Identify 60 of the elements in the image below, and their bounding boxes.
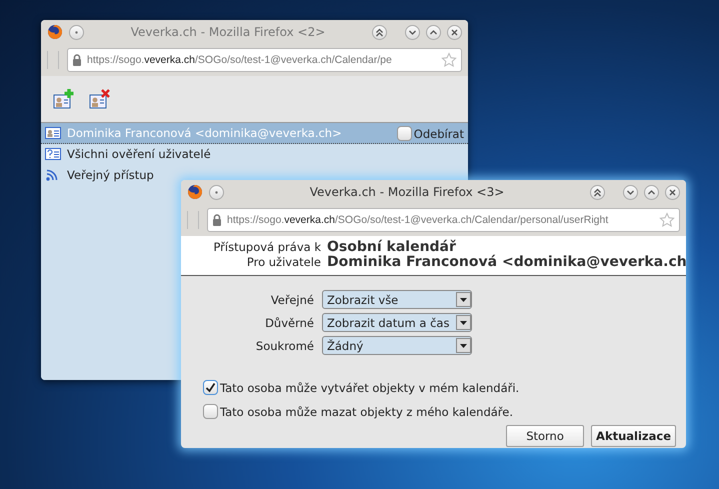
address-field[interactable]: https://sogo.veverka.ch/SOGo/so/test-1@veverka.ch/Calendar/personal/userRight bbox=[207, 208, 680, 232]
permission-label: Tato osoba může mazat objekty z mého kalendáře. bbox=[220, 405, 513, 419]
dropdown[interactable]: Žádný bbox=[322, 336, 472, 355]
browser-logo-icon bbox=[187, 184, 203, 200]
header-label: Přístupová práva k bbox=[212, 240, 321, 255]
subscribe-label: Odebírat bbox=[414, 127, 464, 141]
dropdown[interactable]: Zobrazit vše bbox=[322, 290, 472, 309]
field-label: Soukromé bbox=[254, 338, 314, 352]
header-value: Dominika Franconová <dominika@veverka.ch bbox=[327, 255, 686, 270]
close-button[interactable] bbox=[447, 24, 462, 40]
maximize-button[interactable] bbox=[644, 184, 659, 200]
user-name: Veřejný přístup bbox=[67, 168, 154, 182]
permission-label: Tato osoba může vytvářet objekty v mém kalendáři. bbox=[220, 381, 520, 395]
chevron-down-icon bbox=[408, 28, 417, 36]
field-label: Důvěrné bbox=[264, 316, 314, 330]
maximize-button[interactable] bbox=[426, 24, 441, 40]
toolbar-grip bbox=[47, 51, 59, 69]
window-title: Veverka.ch - Mozilla Firefox <3> bbox=[308, 185, 506, 199]
dot-icon bbox=[215, 190, 218, 194]
dropdown[interactable]: Zobrazit datum a čas bbox=[322, 313, 472, 332]
double-chevron-up-icon bbox=[375, 28, 384, 36]
dialog-button[interactable]: Storno bbox=[506, 425, 584, 447]
user-name: Dominika Franconová <dominika@veverka.ch> bbox=[67, 126, 342, 140]
user-list-item[interactable]: Veřejný přístup bbox=[41, 165, 158, 186]
address-field[interactable]: https://sogo.veverka.ch/SOGo/so/test-1@veverka.ch/Calendar/pe bbox=[67, 48, 462, 72]
chevron-up-icon bbox=[647, 188, 656, 196]
user-list-item[interactable]: Všichni ověření uživatelé bbox=[41, 144, 215, 165]
header-value: Osobní kalendář bbox=[327, 240, 456, 255]
dropdown-arrow-icon bbox=[460, 320, 467, 324]
remove-user-icon[interactable] bbox=[89, 88, 111, 110]
field-label: Veřejné bbox=[270, 292, 314, 306]
dropdown-arrow-icon bbox=[460, 298, 467, 302]
permission-checkbox[interactable] bbox=[203, 404, 218, 419]
star-icon[interactable] bbox=[441, 52, 457, 68]
user-name: Všichni ověření uživatelé bbox=[67, 147, 211, 161]
lock-icon bbox=[212, 214, 222, 226]
chevron-down-icon bbox=[626, 188, 635, 196]
double-chevron-up-icon bbox=[593, 188, 602, 196]
star-icon[interactable] bbox=[659, 212, 675, 228]
browser-logo-icon bbox=[47, 24, 63, 40]
minimize-button[interactable] bbox=[623, 184, 638, 200]
chevron-up-icon bbox=[429, 28, 438, 36]
contact-card-icon bbox=[45, 127, 61, 139]
permission-checkbox[interactable] bbox=[203, 380, 218, 395]
add-user-icon[interactable] bbox=[53, 88, 75, 110]
question-card-icon bbox=[45, 148, 61, 160]
close-button[interactable] bbox=[665, 184, 680, 200]
header-label: Pro uživatele bbox=[246, 255, 321, 270]
minimize-button[interactable] bbox=[405, 24, 420, 40]
keep-above-button[interactable] bbox=[590, 184, 605, 200]
close-icon bbox=[668, 188, 677, 196]
dot-icon bbox=[75, 30, 78, 34]
close-icon bbox=[450, 28, 459, 36]
toolbar-grip bbox=[187, 211, 199, 229]
dialog-button[interactable]: Aktualizace bbox=[591, 425, 676, 447]
subscribe-checkbox[interactable] bbox=[396, 126, 412, 141]
lock-icon bbox=[72, 54, 82, 66]
dropdown-arrow-icon bbox=[460, 344, 467, 348]
keep-above-button[interactable] bbox=[372, 24, 387, 40]
window-title: Veverka.ch - Mozilla Firefox <2> bbox=[130, 25, 326, 39]
